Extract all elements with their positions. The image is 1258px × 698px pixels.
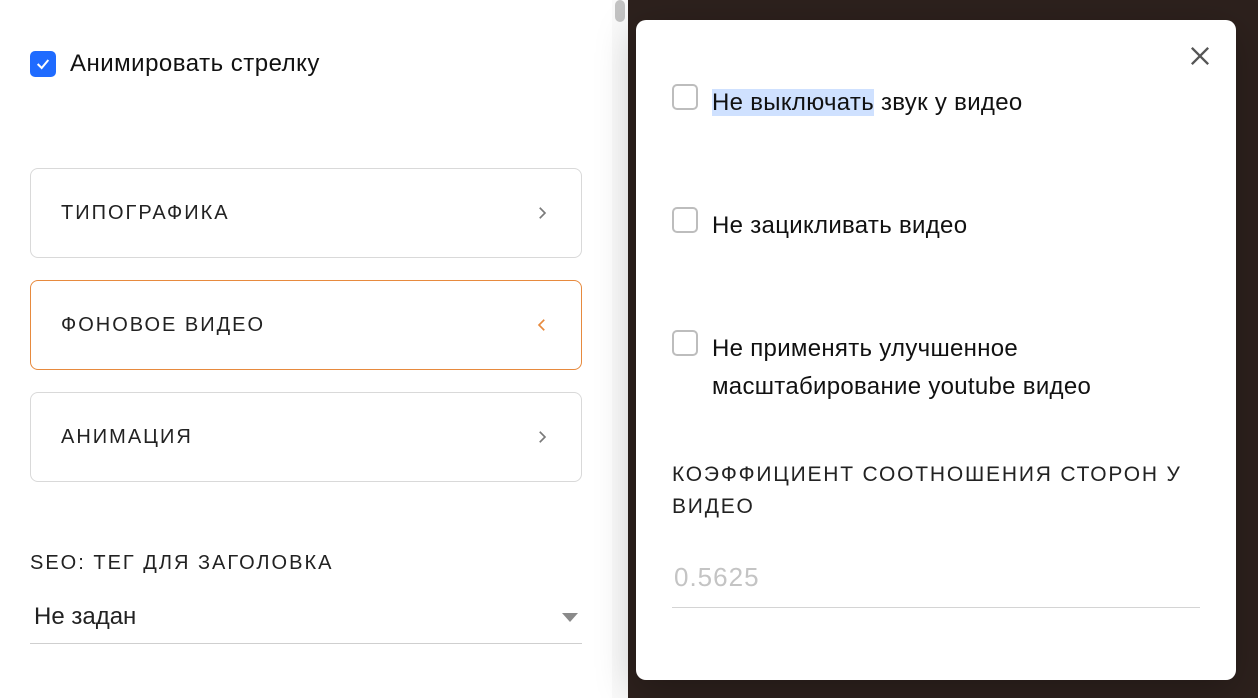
no-mute-label: Не выключать звук у видео bbox=[712, 84, 1023, 121]
no-loop-row: Не зацикливать видео bbox=[672, 207, 1200, 244]
accordion-typography[interactable]: ТИПОГРАФИКА bbox=[30, 168, 582, 258]
no-loop-checkbox[interactable] bbox=[672, 207, 698, 233]
animate-arrow-row: Анимировать стрелку bbox=[30, 50, 582, 78]
animate-arrow-checkbox[interactable] bbox=[30, 51, 56, 77]
accordion-bg-video[interactable]: ФОНОВОЕ ВИДЕО bbox=[30, 280, 582, 370]
chevron-right-icon bbox=[533, 428, 551, 446]
seo-heading-tag-label: SEO: ТЕГ ДЛЯ ЗАГОЛОВКА bbox=[30, 552, 582, 575]
animate-arrow-label: Анимировать стрелку bbox=[70, 50, 320, 78]
aspect-ratio-label: КОЭФФИЦИЕНТ СООТНОШЕНИЯ СТОРОН У ВИДЕО bbox=[672, 459, 1200, 524]
no-loop-label: Не зацикливать видео bbox=[712, 207, 967, 244]
accordion-animation[interactable]: АНИМАЦИЯ bbox=[30, 392, 582, 482]
close-button[interactable] bbox=[1186, 42, 1214, 70]
seo-heading-tag-select[interactable]: Не задан bbox=[30, 597, 582, 644]
seo-block: SEO: ТЕГ ДЛЯ ЗАГОЛОВКА Не задан bbox=[30, 552, 582, 644]
accordion-typography-label: ТИПОГРАФИКА bbox=[61, 202, 230, 225]
no-scale-label: Не применять улучшенное масштабирование … bbox=[712, 330, 1200, 404]
accordion-bg-video-label: ФОНОВОЕ ВИДЕО bbox=[61, 314, 265, 337]
close-icon bbox=[1186, 42, 1214, 70]
left-scrollbar[interactable] bbox=[612, 0, 628, 698]
accordion-animation-label: АНИМАЦИЯ bbox=[61, 426, 193, 449]
no-scale-checkbox[interactable] bbox=[672, 330, 698, 356]
seo-heading-tag-value: Не задан bbox=[34, 603, 136, 631]
bg-video-popup: Не выключать звук у видео Не зацикливать… bbox=[636, 20, 1236, 680]
caret-down-icon bbox=[562, 613, 578, 622]
chevron-right-icon bbox=[533, 204, 551, 222]
chevron-left-icon bbox=[533, 316, 551, 334]
no-mute-checkbox[interactable] bbox=[672, 84, 698, 110]
no-mute-row: Не выключать звук у видео bbox=[672, 84, 1200, 121]
no-scale-row: Не применять улучшенное масштабирование … bbox=[672, 330, 1200, 404]
settings-left-panel: Анимировать стрелку ТИПОГРАФИКА ФОНОВОЕ … bbox=[0, 0, 612, 698]
aspect-ratio-input[interactable] bbox=[672, 558, 1200, 608]
